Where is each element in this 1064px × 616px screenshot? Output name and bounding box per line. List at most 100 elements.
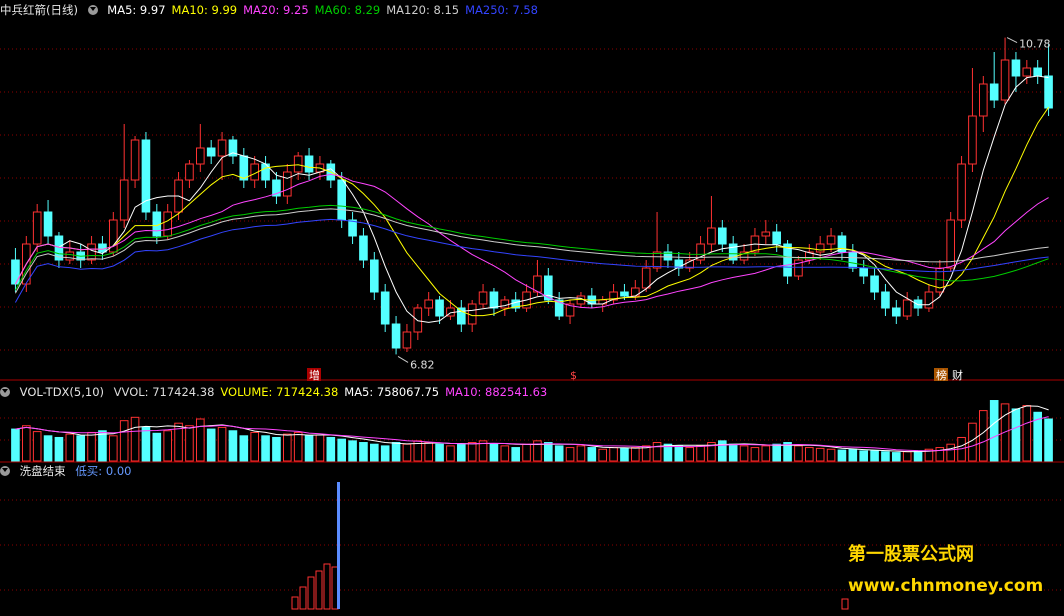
watermark-url: www.chnmoney.com <box>848 576 1044 596</box>
volume-bar <box>337 438 346 462</box>
tag-bang: 榜 <box>936 368 947 382</box>
high-marker <box>1006 37 1018 44</box>
candle-body <box>707 227 716 245</box>
volume-bar <box>565 447 575 462</box>
volume-bar <box>1022 405 1032 462</box>
ma-legend: MA5: 9.97 MA10: 9.99 MA20: 9.25 MA60: 8.29 M… <box>107 3 544 17</box>
candle-body <box>457 307 466 325</box>
volume-bar <box>272 436 281 462</box>
volume-bar <box>750 447 760 462</box>
candle-body <box>32 211 42 245</box>
volume-bar <box>250 431 259 462</box>
volume-bar <box>65 433 75 462</box>
dropdown-circle-icon[interactable] <box>87 5 98 15</box>
volume-bar <box>554 445 564 462</box>
tag-dollar: $ <box>570 369 577 382</box>
volume-bar <box>435 443 444 462</box>
volume-bar <box>772 443 781 462</box>
volume-bar <box>359 442 368 462</box>
candle-body <box>989 83 999 101</box>
candle-body <box>217 139 227 157</box>
volume-bar <box>1011 408 1021 462</box>
candle-body <box>870 275 879 293</box>
volume-bar <box>22 425 31 462</box>
volume-bar <box>315 434 325 462</box>
candle-body <box>435 299 444 317</box>
volume-bar <box>815 447 825 462</box>
dropdown-circle-icon[interactable] <box>0 387 10 397</box>
candle-body <box>413 307 423 333</box>
volume-bar <box>761 445 771 462</box>
volume-bar <box>848 448 858 462</box>
volume-bar <box>652 442 662 462</box>
volume-bar <box>718 440 727 462</box>
candle-body <box>11 259 20 285</box>
signal-ramp-bar <box>291 596 299 610</box>
volume-bar <box>500 445 510 462</box>
candle-body <box>826 235 836 245</box>
volume-bar <box>674 445 684 462</box>
volume-bar <box>467 442 477 462</box>
candle-body <box>881 291 890 309</box>
volume-bar <box>163 430 172 462</box>
ind-title: 洗盘结束 <box>19 464 66 478</box>
volume-bar <box>892 452 901 462</box>
volume-bar <box>685 447 694 462</box>
low-label: 6.82 <box>410 358 435 371</box>
ma-legend-item: MA250: 7.58 <box>465 3 538 17</box>
chart-stage: 10.78 6.82 增 $ 榜财 <box>0 0 1064 612</box>
candle-body <box>370 259 379 293</box>
ma-legend-item: MA120: 8.15 <box>386 3 460 17</box>
candle-body <box>380 291 390 325</box>
candle-body <box>98 243 107 253</box>
volume-header: VOL-TDX(5,10) VVOL: 717424.38 VOLUME: 717… <box>0 383 559 401</box>
volume-bar <box>805 447 814 462</box>
candle-body <box>902 299 912 317</box>
candle-body <box>979 83 988 117</box>
volume-bar <box>424 442 433 462</box>
candle-body <box>946 219 955 269</box>
volume-bar <box>76 435 85 462</box>
volume-bar <box>739 445 749 462</box>
candle-body <box>718 227 727 245</box>
volume-bar <box>511 447 520 462</box>
candle-body <box>815 243 825 253</box>
ma10-line <box>14 106 1050 317</box>
candle-body <box>119 179 129 221</box>
candle-body <box>848 251 858 269</box>
tag-cai: 财 <box>952 368 963 382</box>
volume-bar <box>859 450 868 462</box>
volume-bar <box>11 428 20 462</box>
volume-bar <box>620 447 629 462</box>
ma20-line <box>14 173 1049 309</box>
vol-title: VOL-TDX(5,10) <box>19 385 105 399</box>
candle-body <box>968 115 977 165</box>
volume-bar <box>489 443 499 462</box>
volume-bar <box>989 400 999 462</box>
candle-body <box>402 331 412 349</box>
tag-zeng: 增 <box>309 368 320 382</box>
candle-body <box>913 299 923 309</box>
volume-bar <box>152 432 162 462</box>
volume-bar <box>326 436 336 462</box>
watermark-title: 第一股票公式网 <box>848 544 974 565</box>
candle-body <box>43 211 53 237</box>
candle-body <box>500 299 510 309</box>
volume-bar <box>1044 418 1053 462</box>
volume-bar <box>109 435 118 462</box>
dropdown-circle-icon[interactable] <box>0 466 10 476</box>
ma-legend-item: MA5: 9.97 <box>107 3 166 17</box>
signal-ramp-bar <box>323 563 331 610</box>
volume-bar <box>283 433 292 462</box>
candle-body <box>1022 67 1032 77</box>
candle-body <box>391 323 401 349</box>
candle-body <box>337 179 346 221</box>
low-buy-signal-bar <box>337 482 340 609</box>
candle-body <box>641 267 651 289</box>
candle-body <box>283 171 292 197</box>
candle-body <box>892 307 901 317</box>
volume-bar <box>979 410 988 462</box>
stock-chart-svg: 10.78 6.82 增 $ 榜财 <box>0 37 1064 610</box>
candle-body <box>239 155 249 181</box>
candle-body <box>761 231 771 237</box>
